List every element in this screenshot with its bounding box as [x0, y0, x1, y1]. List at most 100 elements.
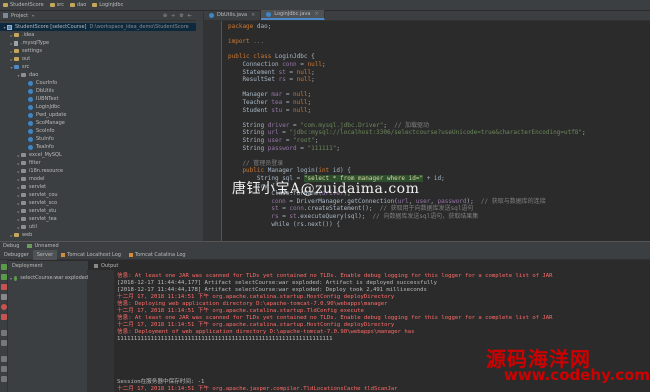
editor-tab[interactable]: DbUtils.java × [204, 10, 262, 20]
close-tab-icon[interactable]: × [251, 12, 255, 18]
tree-item[interactable]: IUBNText [0, 95, 196, 103]
tree-item[interactable]: ▸ i18n.resource [0, 167, 196, 175]
code-editor[interactable]: package dao; import ... public class Login… [222, 21, 650, 241]
code-token: "root" [293, 137, 315, 144]
mute-breakpoints-icon[interactable] [1, 314, 7, 320]
tree-item[interactable]: LoginJdbc [0, 103, 196, 111]
breakpoints-icon[interactable] [1, 304, 7, 310]
code-token: "com.mysql.jdbc.Driver" [300, 121, 384, 129]
java-class-icon [266, 11, 272, 17]
code-token: "111111" [307, 144, 337, 152]
code-line: Connection conn = null; [228, 61, 325, 68]
tree-item[interactable]: StuInfo [0, 135, 196, 143]
code-token: st [278, 68, 286, 76]
tree-item-label: LoginJdbc [36, 104, 61, 110]
pin-icon[interactable] [1, 356, 7, 362]
tree-item[interactable]: ▸ servlet_stu [0, 207, 196, 215]
code-token: // 管理员登录 [228, 159, 284, 167]
project-panel-title[interactable]: Project [11, 13, 28, 19]
code-token: null [293, 91, 308, 99]
debug-tab[interactable]: Debugger [0, 250, 33, 260]
debug-tab[interactable]: Tomcat Localhost Log [57, 250, 125, 260]
class-icon [28, 96, 33, 102]
tree-item[interactable]: ▸ model [0, 175, 196, 183]
breadcrumb-item[interactable]: StudentScore [3, 2, 44, 8]
breadcrumb-item[interactable]: dao [70, 2, 86, 8]
debug-panel-title[interactable]: Debug [3, 243, 19, 249]
folder-icon [92, 3, 98, 7]
debug-tab[interactable]: Tomcat Catalina Log [125, 250, 190, 260]
breadcrumb-label: src [56, 2, 64, 8]
console-line: Session在服务器中保存时间: -1 [117, 378, 205, 385]
class-icon [28, 104, 33, 110]
tree-item[interactable]: ▸ .idea [0, 31, 196, 39]
run-config[interactable]: Unnamed [27, 243, 59, 249]
settings-icon[interactable] [1, 340, 7, 346]
gear-icon[interactable]: ⚙ [179, 13, 183, 19]
tree-item[interactable]: ▸ servlet_tea [0, 215, 196, 223]
pkg-icon [21, 193, 26, 197]
code-token: // 获取用于向数据库发送sql语句 [379, 205, 474, 213]
sync-icon[interactable]: ⊕ [163, 13, 167, 19]
tree-item[interactable]: Pwd_update [0, 111, 196, 119]
tree-item[interactable]: ▾ StudentScore [selectCourse] D:\workspace… [0, 23, 196, 31]
tree-item[interactable]: ▸ filter [0, 159, 196, 167]
tree-item[interactable]: DbUtils [0, 87, 196, 95]
tree-item[interactable]: ▸ servlet [0, 183, 196, 191]
code-token: Connection [228, 61, 283, 68]
code-token: public class [228, 53, 275, 61]
stop-icon[interactable] [1, 284, 7, 290]
close-tab-icon[interactable]: × [314, 11, 318, 17]
hide-icon[interactable]: ⇤ [188, 13, 192, 19]
tree-item[interactable]: ▾ src [0, 63, 196, 71]
tree-item[interactable]: ▸ servlet_sco [0, 199, 196, 207]
tree-item-label: dao [29, 72, 39, 78]
code-token: + id; [423, 175, 445, 182]
pause-icon[interactable] [1, 294, 7, 300]
breadcrumb-item[interactable]: src [49, 2, 64, 8]
editor-tab[interactable]: LoginJdbc.java × [261, 10, 325, 20]
code-token: = [285, 76, 297, 84]
code-token: ; [336, 144, 341, 152]
tree-item[interactable]: ▸ servlet_cou [0, 191, 196, 199]
tree-item[interactable]: ScoInfo [0, 127, 196, 135]
code-token: , [430, 197, 438, 205]
tree-item-label: .mysqlType [21, 40, 50, 46]
code-line: package dao; [228, 23, 271, 30]
debug-tab[interactable]: Server [32, 249, 58, 260]
tree-item-label: ScoManage [36, 120, 65, 126]
tree-item[interactable]: ScoManage [0, 119, 196, 127]
tree-item[interactable]: ▸ util [0, 223, 196, 231]
deployment-item[interactable]: ▾ selectCourse:war exploded [10, 274, 88, 282]
help-icon[interactable] [1, 376, 7, 382]
class-icon [28, 144, 33, 150]
debug-tab-bar: Debugger Server Tomcat Localhost Log Tomcat… [0, 249, 650, 260]
code-token: conn [228, 197, 286, 205]
tree-item[interactable]: ▸ out [0, 55, 196, 63]
dropdown-icon[interactable]: ▾ [32, 13, 34, 18]
breadcrumb-label: dao [77, 2, 87, 8]
close-icon[interactable] [1, 366, 7, 372]
tree-item[interactable]: TeaInfo [0, 143, 196, 151]
rerun-icon[interactable] [1, 264, 7, 270]
pkg-icon [21, 177, 26, 181]
debug-tab-label: Server [36, 251, 54, 258]
tree-item[interactable]: ▸ excel_MySQL [0, 151, 196, 159]
code-token: String [228, 121, 268, 129]
collapse-icon[interactable]: ÷ [171, 13, 175, 19]
tree-item[interactable]: CourInfo [0, 79, 196, 87]
tree-item[interactable]: ▾ dao [0, 71, 196, 79]
tree-item[interactable]: ▸ .mysqlType [0, 39, 196, 47]
java-class-icon [209, 12, 214, 18]
camera-icon[interactable] [1, 330, 7, 336]
tree-item[interactable]: ▸ settings [0, 47, 196, 55]
expand-arrow-icon[interactable]: ▾ [10, 276, 12, 281]
breadcrumb-item[interactable]: LoginJdbc [92, 2, 123, 8]
code-line: String url = "jdbc:mysql://localhost:330… [228, 129, 585, 136]
code-token: LoginJdbc { [274, 53, 315, 61]
project-view-icon[interactable] [3, 13, 8, 18]
code-token: conn [282, 61, 297, 68]
code-token: id) { [332, 167, 351, 175]
tree-item[interactable]: ▸ web [0, 231, 196, 239]
resume-icon[interactable] [1, 274, 7, 280]
